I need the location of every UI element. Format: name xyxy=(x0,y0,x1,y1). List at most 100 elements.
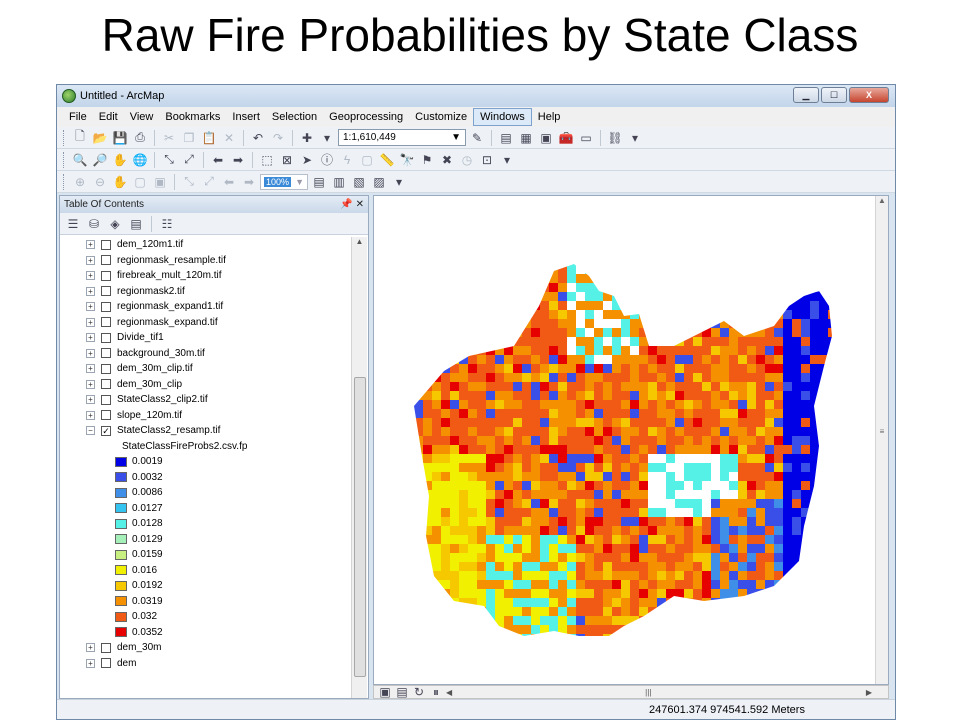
python-window-icon[interactable]: ▭ xyxy=(577,129,595,147)
catalog-icon[interactable]: ▦ xyxy=(517,129,535,147)
toc-layer-row[interactable]: + Divide_tif1 xyxy=(60,330,352,346)
minimize-button[interactable]: ▁ xyxy=(793,87,819,103)
expand-icon[interactable]: + xyxy=(86,271,95,281)
layer-visibility-checkbox[interactable] xyxy=(101,255,111,266)
legend-color-swatch[interactable] xyxy=(115,596,127,607)
legend-item[interactable]: 0.0032 xyxy=(60,470,352,486)
toolbar-grip[interactable] xyxy=(63,173,66,190)
layer-visibility-checkbox[interactable] xyxy=(101,348,111,359)
legend-color-swatch[interactable] xyxy=(115,580,127,591)
toc-header[interactable]: Table Of Contents 📌 ✕ xyxy=(60,196,368,213)
expand-icon[interactable]: + xyxy=(86,410,95,420)
toc-layer-row[interactable]: + dem_30m xyxy=(60,640,352,656)
scroll-left-icon[interactable]: ◀ xyxy=(446,688,452,697)
time-slider-icon[interactable]: ◷ xyxy=(458,151,476,169)
viewer-window-icon[interactable]: ⊡ xyxy=(478,151,496,169)
layer-name[interactable]: firebreak_mult_120m.tif xyxy=(117,270,222,281)
layer-visibility-checkbox[interactable] xyxy=(101,410,111,421)
layer-name[interactable]: Divide_tif1 xyxy=(117,332,164,343)
new-document-icon[interactable]: 🗋 xyxy=(71,129,89,147)
layer-name[interactable]: slope_120m.tif xyxy=(117,410,182,421)
redo-icon[interactable]: ↷ xyxy=(269,129,287,147)
toc-layer-row[interactable]: + dem_120m1.tif xyxy=(60,237,352,253)
menu-geoprocessing[interactable]: Geoprocessing xyxy=(323,109,409,125)
back-arrow-icon[interactable]: ⬅ xyxy=(209,151,227,169)
zoom-whole-page-icon[interactable]: ▢ xyxy=(131,173,149,191)
toc-scrollbar[interactable]: ▲ xyxy=(351,237,367,698)
legend-item[interactable]: 0.0086 xyxy=(60,485,352,501)
layer-visibility-checkbox[interactable] xyxy=(101,317,111,328)
layer-name[interactable]: regionmask_expand.tif xyxy=(117,317,218,328)
toc-layer-row[interactable]: + background_30m.tif xyxy=(60,346,352,362)
pin-close-icon[interactable]: 📌 ✕ xyxy=(340,199,364,210)
zoom-100-icon[interactable]: ▣ xyxy=(151,173,169,191)
legend-item[interactable]: 0.016 xyxy=(60,563,352,579)
html-popup-icon[interactable]: ▢ xyxy=(358,151,376,169)
scroll-up-icon[interactable]: ▲ xyxy=(352,237,367,251)
legend-color-swatch[interactable] xyxy=(115,534,127,545)
legend-item[interactable]: 0.0129 xyxy=(60,532,352,548)
layer-visibility-checkbox[interactable] xyxy=(101,394,111,405)
expand-icon[interactable]: + xyxy=(86,333,95,343)
menu-selection[interactable]: Selection xyxy=(266,109,323,125)
menu-file[interactable]: File xyxy=(63,109,93,125)
legend-item[interactable]: 0.0127 xyxy=(60,501,352,517)
legend-color-swatch[interactable] xyxy=(115,549,127,560)
fire-probability-raster[interactable] xyxy=(374,196,876,684)
layer-visibility-checkbox[interactable] xyxy=(101,239,111,250)
layout-forward-icon[interactable]: ➡ xyxy=(240,173,258,191)
delete-icon[interactable]: ✕ xyxy=(220,129,238,147)
layout-fixed-out-icon[interactable]: ⤢ xyxy=(200,173,218,191)
menu-help[interactable]: Help xyxy=(532,109,567,125)
change-layout-icon[interactable]: ▧ xyxy=(350,173,368,191)
legend-color-swatch[interactable] xyxy=(115,472,127,483)
toolbar-options-icon[interactable]: ▾ xyxy=(390,173,408,191)
expand-icon[interactable]: + xyxy=(86,364,95,374)
toolbar-options-icon[interactable]: ▾ xyxy=(626,129,644,147)
copy-icon[interactable]: ❐ xyxy=(180,129,198,147)
add-data-icon[interactable]: ✚ xyxy=(298,129,316,147)
focus-data-frame-icon[interactable]: ▥ xyxy=(330,173,348,191)
toc-layer-row[interactable]: + dem_30m_clip.tif xyxy=(60,361,352,377)
expand-icon[interactable]: + xyxy=(86,658,95,668)
scroll-up-icon[interactable]: ▲ xyxy=(876,196,888,205)
refresh-icon[interactable]: ↻ xyxy=(412,685,426,699)
legend-color-swatch[interactable] xyxy=(115,456,127,467)
close-button[interactable]: X xyxy=(849,87,889,103)
identify-icon[interactable]: ⓘ xyxy=(318,151,336,169)
expand-icon[interactable]: + xyxy=(86,302,95,312)
legend-item[interactable]: 0.032 xyxy=(60,609,352,625)
undo-icon[interactable]: ↶ xyxy=(249,129,267,147)
toolbar-grip[interactable] xyxy=(63,129,66,146)
full-extent-icon[interactable]: 🌐 xyxy=(131,151,149,169)
legend-item[interactable]: 0.0192 xyxy=(60,578,352,594)
legend-color-swatch[interactable] xyxy=(115,487,127,498)
table-of-contents-icon[interactable]: ▤ xyxy=(497,129,515,147)
clear-selection-icon[interactable]: ⊠ xyxy=(278,151,296,169)
toc-layer-row[interactable]: − ✓ StateClass2_resamp.tif xyxy=(60,423,352,439)
expand-icon[interactable]: + xyxy=(86,348,95,358)
legend-color-swatch[interactable] xyxy=(115,518,127,529)
find-icon[interactable]: 🔭 xyxy=(398,151,416,169)
expand-icon[interactable]: + xyxy=(86,317,95,327)
layer-visibility-checkbox[interactable] xyxy=(101,363,111,374)
select-elements-icon[interactable]: ➤ xyxy=(298,151,316,169)
toc-layer-row[interactable]: + slope_120m.tif xyxy=(60,408,352,424)
zoom-in-icon[interactable]: 🔍 xyxy=(71,151,89,169)
layer-name[interactable]: dem_30m xyxy=(117,642,161,653)
toc-layer-row[interactable]: + dem_30m_clip xyxy=(60,377,352,393)
forward-arrow-icon[interactable]: ➡ xyxy=(229,151,247,169)
layer-visibility-checkbox[interactable] xyxy=(101,332,111,343)
list-by-visibility-icon[interactable]: ◈ xyxy=(106,215,124,233)
pan-icon[interactable]: ✋ xyxy=(111,151,129,169)
layout-view-icon[interactable]: ▤ xyxy=(395,685,409,699)
layout-zoom-dropdown[interactable]: 100% ▼ xyxy=(260,173,308,190)
layer-name[interactable]: regionmask_resample.tif xyxy=(117,255,226,266)
map-view[interactable]: ▲ ≡ xyxy=(373,195,889,685)
layout-back-icon[interactable]: ⬅ xyxy=(220,173,238,191)
layer-name[interactable]: dem_120m1.tif xyxy=(117,239,183,250)
layout-fixed-in-icon[interactable]: ⤡ xyxy=(180,173,198,191)
legend-color-swatch[interactable] xyxy=(115,627,127,638)
layer-name[interactable]: dem_30m_clip xyxy=(117,379,182,390)
expand-icon[interactable]: + xyxy=(86,379,95,389)
